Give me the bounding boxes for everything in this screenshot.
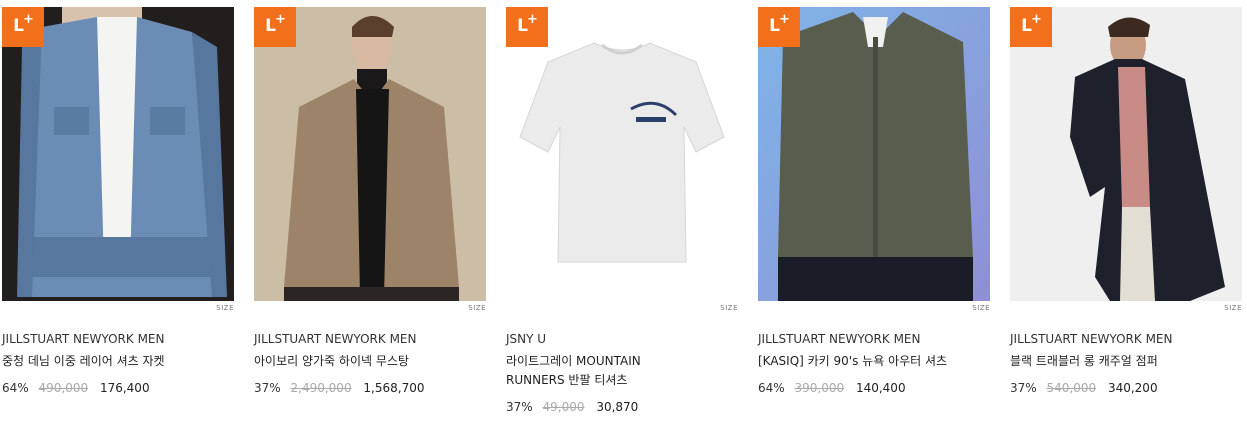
price-row: 64% 490,000 176,400 xyxy=(2,381,234,395)
product-image[interactable]: L + xyxy=(506,7,738,301)
product-brand: JILLSTUART NEWYORK MEN xyxy=(758,332,921,346)
product-name[interactable]: 블랙 트래블러 롱 캐주얼 점퍼 xyxy=(1010,352,1242,371)
product-name[interactable]: 중청 데님 이중 레이어 셔츠 자켓 xyxy=(2,352,234,371)
sale-price: 1,568,700 xyxy=(363,381,425,395)
original-price: 2,490,000 xyxy=(290,381,352,395)
denim-jacket-photo xyxy=(2,7,234,301)
product-brand: JILLSTUART NEWYORK MEN xyxy=(254,332,417,346)
product-name[interactable]: 라이트그레이 MOUNTAIN RUNNERS 반팔 티셔츠 xyxy=(506,352,666,390)
size-label[interactable]: SIZE xyxy=(254,301,486,315)
lpoint-badge: L + xyxy=(1010,7,1052,47)
product-card[interactable]: L + SIZE JSNY U 라이트그레이 MOUNTAIN RUNNERS 반… xyxy=(506,7,738,414)
product-brand: JILLSTUART NEWYORK MEN xyxy=(1010,332,1173,346)
lpoint-badge: L + xyxy=(2,7,44,47)
original-price: 49,000 xyxy=(542,400,585,414)
product-card[interactable]: L + SIZE JILLSTUART NEWYORK MEN 중청 데님 이중 … xyxy=(2,7,234,395)
product-card[interactable]: L + SIZE JILLSTUART NEWYORK MEN [KASIQ] 카… xyxy=(758,7,990,395)
product-image[interactable]: L + xyxy=(2,7,234,301)
lpoint-badge: L + xyxy=(506,7,548,47)
lpoint-badge: L + xyxy=(758,7,800,47)
discount-rate: 37% xyxy=(254,381,281,395)
product-name[interactable]: [KASIQ] 카키 90's 뉴욕 아우터 셔츠 xyxy=(758,352,963,371)
product-card[interactable]: L + SIZE JILLSTUART NEWYORK MEN 아이보리 양가죽 … xyxy=(254,7,486,395)
discount-rate: 37% xyxy=(506,400,533,414)
sale-price: 176,400 xyxy=(99,381,150,395)
product-brand: JILLSTUART NEWYORK MEN xyxy=(2,332,165,346)
product-image[interactable]: L + xyxy=(254,7,486,301)
size-label[interactable]: SIZE xyxy=(758,301,990,315)
discount-rate: 37% xyxy=(1010,381,1037,395)
size-label[interactable]: SIZE xyxy=(2,301,234,315)
product-card[interactable]: L + SIZE JILLSTUART NEWYORK MEN 블랙 트래블러 롱… xyxy=(1010,7,1242,395)
product-grid: L + SIZE JILLSTUART NEWYORK MEN 중청 데님 이중 … xyxy=(0,0,1247,448)
sale-price: 140,400 xyxy=(855,381,906,395)
khaki-shirt-photo xyxy=(758,7,990,301)
sale-price: 30,870 xyxy=(596,400,639,414)
product-brand: JSNY U xyxy=(506,332,547,346)
black-long-jumper-photo xyxy=(1010,7,1242,301)
lpoint-badge: L + xyxy=(254,7,296,47)
discount-rate: 64% xyxy=(758,381,785,395)
price-row: 37% 540,000 340,200 xyxy=(1010,381,1242,395)
original-price: 540,000 xyxy=(1046,381,1097,395)
size-label[interactable]: SIZE xyxy=(1010,301,1242,315)
sale-price: 340,200 xyxy=(1107,381,1158,395)
price-row: 37% 2,490,000 1,568,700 xyxy=(254,381,486,395)
beige-mustang-photo xyxy=(254,7,486,301)
product-image[interactable]: L + xyxy=(1010,7,1242,301)
size-label[interactable]: SIZE xyxy=(506,301,738,315)
original-price: 390,000 xyxy=(794,381,845,395)
gray-tshirt-photo xyxy=(506,7,738,301)
original-price: 490,000 xyxy=(38,381,89,395)
product-name[interactable]: 아이보리 양가죽 하이넥 무스탕 xyxy=(254,352,486,371)
product-image[interactable]: L + xyxy=(758,7,990,301)
price-row: 64% 390,000 140,400 xyxy=(758,381,990,395)
price-row: 37% 49,000 30,870 xyxy=(506,400,738,414)
discount-rate: 64% xyxy=(2,381,29,395)
